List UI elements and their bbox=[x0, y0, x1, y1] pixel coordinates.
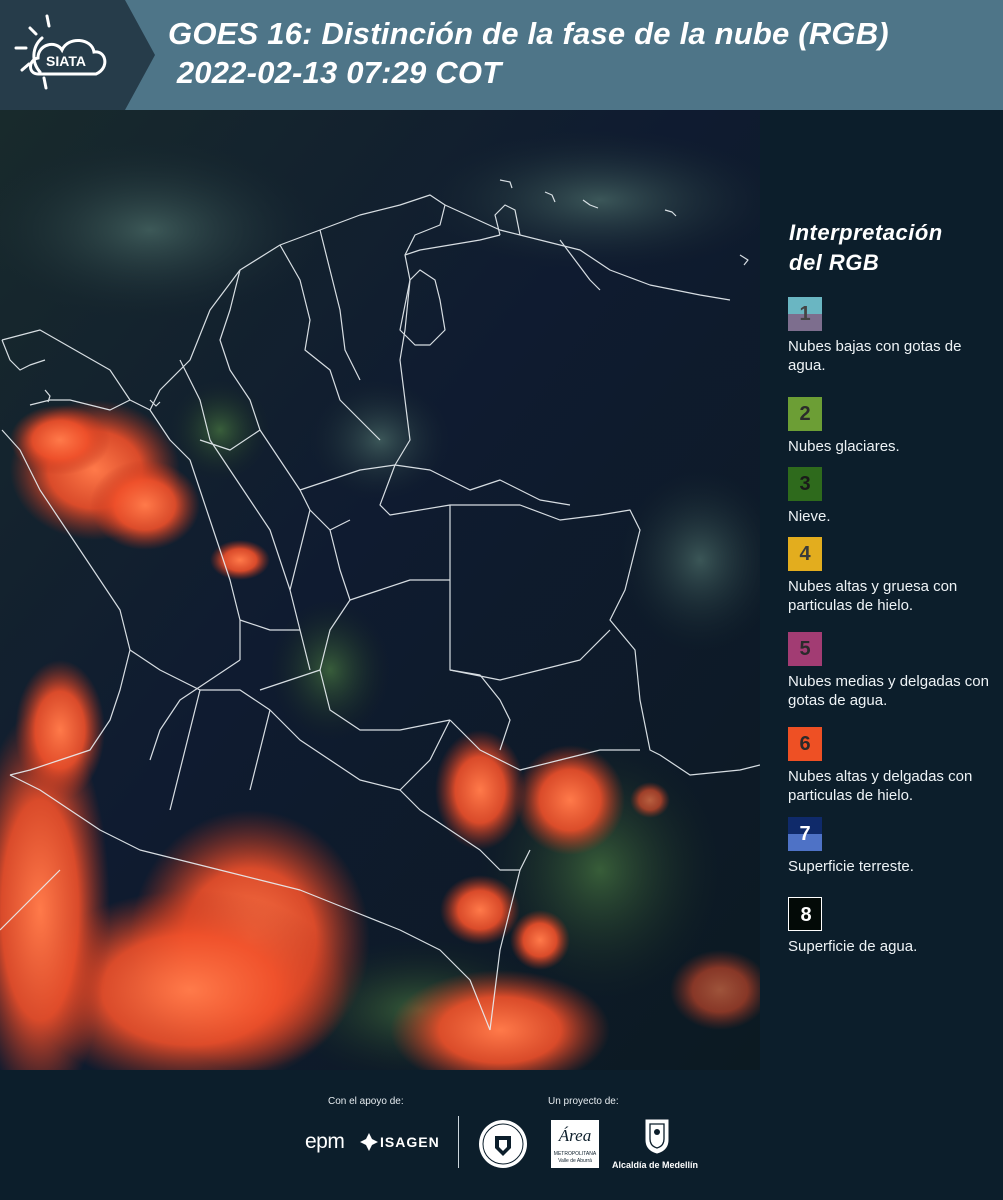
legend-number: 1 bbox=[799, 303, 811, 325]
area-logo-text: Área bbox=[558, 1126, 592, 1145]
alcaldia-logo-text: Alcaldía de Medellín bbox=[612, 1160, 699, 1170]
legend-swatch: 1 bbox=[788, 297, 822, 331]
epm-logo: epm bbox=[305, 1130, 345, 1154]
legend-swatch: 8 bbox=[788, 897, 822, 931]
legend-panel: Interpretación del RGB 1 Nubes bajas con … bbox=[760, 110, 1003, 1070]
epm-logo-text: epm bbox=[305, 1130, 345, 1153]
area-logo-sub1: METROPOLITANA bbox=[553, 1151, 597, 1157]
legend-description: Nubes bajas con gotas de agua. bbox=[788, 338, 962, 374]
legend-description: Superficie de agua. bbox=[788, 938, 918, 955]
isagen-icon bbox=[360, 1133, 378, 1151]
legend-title: Interpretación del RGB bbox=[789, 218, 989, 278]
legend-item: 3 Nieve. bbox=[788, 467, 1000, 526]
legend-item: 7 Superficie terreste. bbox=[788, 817, 1000, 876]
area-logo-sub2: Valle de Aburrá bbox=[558, 1158, 592, 1164]
legend-number: 6 bbox=[799, 733, 811, 755]
legend-description: Nubes altas y gruesa con particulas de h… bbox=[788, 578, 958, 614]
title-line-1: GOES 16: Distinción de la fase de la nub… bbox=[168, 16, 889, 51]
legend-item: 1 Nubes bajas con gotas de agua. bbox=[788, 297, 1000, 375]
legend-number: 3 bbox=[799, 473, 811, 495]
legend-title-line-2: del RGB bbox=[789, 250, 880, 275]
alcaldia-shield-icon bbox=[645, 1119, 669, 1154]
legend-description: Superficie terreste. bbox=[788, 858, 914, 875]
page-title: GOES 16: Distinción de la fase de la nub… bbox=[168, 14, 988, 92]
svg-text:SIATA: SIATA bbox=[46, 53, 86, 69]
support-label: Con el apoyo de: bbox=[328, 1096, 404, 1107]
legend-number: 8 bbox=[800, 904, 812, 926]
legend-swatch: 4 bbox=[788, 537, 822, 571]
siata-logo: SIATA bbox=[0, 0, 155, 110]
header-bar: SIATA GOES 16: Distinción de la fase de … bbox=[0, 0, 1003, 110]
legend-swatch: 5 bbox=[788, 632, 822, 666]
legend-number: 2 bbox=[799, 403, 811, 425]
legend-number: 4 bbox=[799, 543, 811, 565]
legend-description: Nubes medias y delgadas con gotas de agu… bbox=[788, 673, 989, 709]
project-label: Un proyecto de: bbox=[548, 1096, 619, 1107]
footer-divider bbox=[458, 1116, 459, 1168]
legend-item: 2 Nubes glaciares. bbox=[788, 397, 1000, 456]
legend-number: 5 bbox=[799, 638, 811, 660]
legend-swatch: 7 bbox=[788, 817, 822, 851]
legend-item: 6 Nubes altas y delgadas con particulas d… bbox=[788, 727, 1000, 805]
legend-item: 4 Nubes altas y gruesa con particulas de … bbox=[788, 537, 1000, 615]
legend-swatch: 3 bbox=[788, 467, 822, 501]
legend-description: Nubes altas y delgadas con particulas de… bbox=[788, 768, 973, 804]
footer: Con el apoyo de: Un proyecto de: epm ISA… bbox=[0, 1070, 1003, 1200]
area-metropolitana-logo: Área METROPOLITANA Valle de Aburrá bbox=[551, 1120, 599, 1168]
legend-title-line-1: Interpretación bbox=[789, 220, 943, 245]
legend-item: 8 Superficie de agua. bbox=[788, 897, 1000, 956]
legend-description: Nubes glaciares. bbox=[788, 438, 900, 455]
legend-item: 5 Nubes medias y delgadas con gotas de ag… bbox=[788, 632, 1000, 710]
title-line-2: 2022-02-13 07:29 COT bbox=[168, 55, 502, 90]
isagen-logo-text: ISAGEN bbox=[380, 1134, 440, 1150]
satellite-map bbox=[0, 110, 760, 1070]
legend-swatch: 6 bbox=[788, 727, 822, 761]
legend-number: 7 bbox=[799, 823, 811, 845]
university-seal-icon bbox=[479, 1120, 527, 1168]
legend-swatch: 2 bbox=[788, 397, 822, 431]
legend-description: Nieve. bbox=[788, 508, 831, 525]
